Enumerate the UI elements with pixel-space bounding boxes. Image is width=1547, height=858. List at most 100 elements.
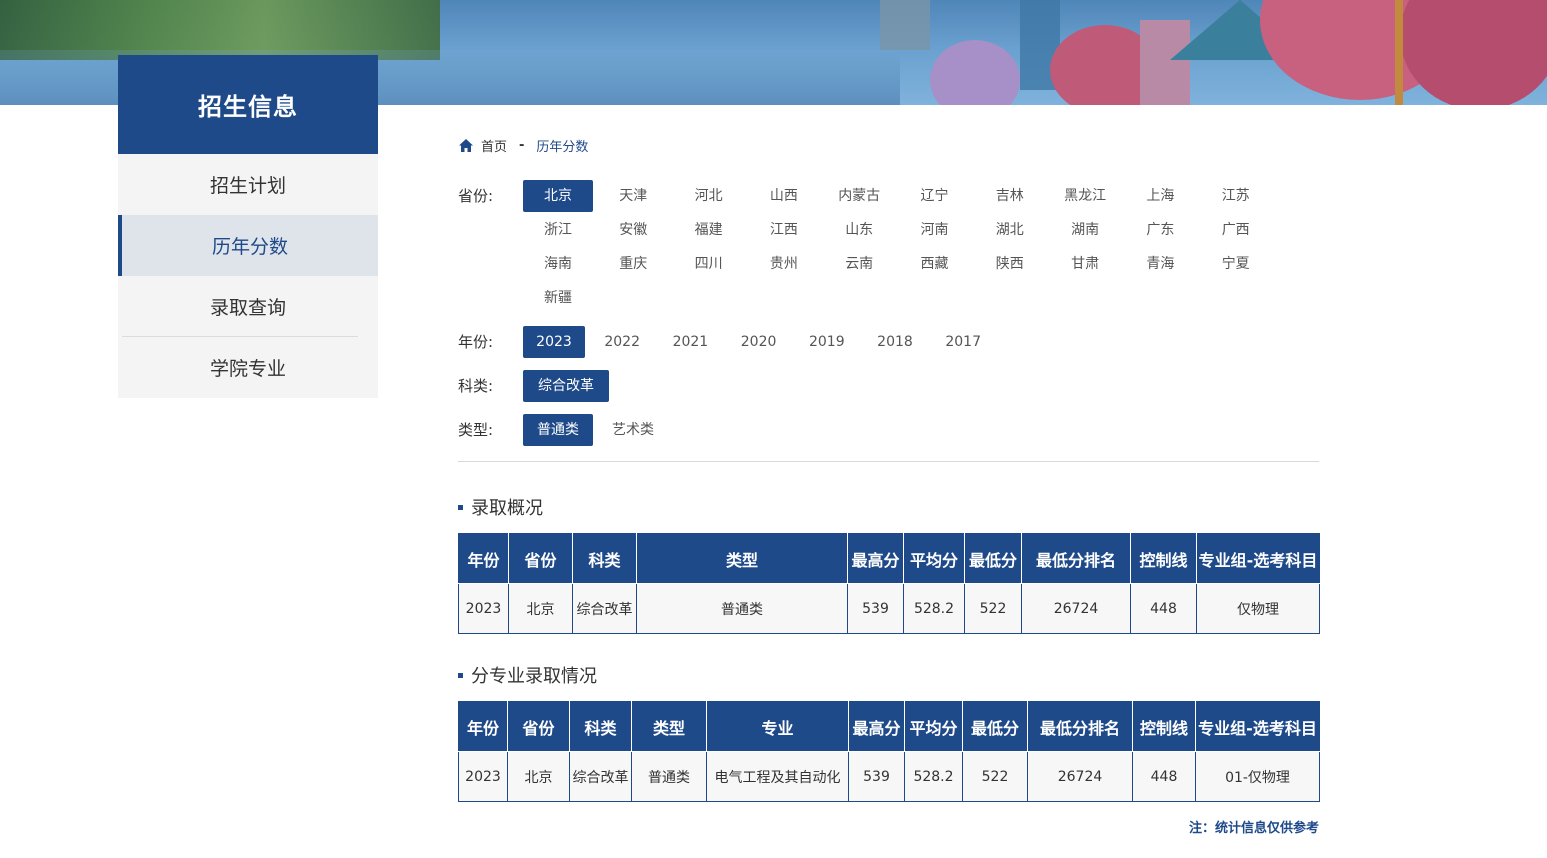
table-cell: 26724 (1027, 751, 1133, 802)
province-option[interactable]: 浙江 (523, 214, 593, 246)
table-header-cell: 年份 (458, 533, 509, 584)
table-cell: 2023 (458, 583, 509, 634)
banner-tree-trunk (1395, 0, 1403, 105)
table-header-cell: 类型 (631, 701, 707, 752)
province-option[interactable]: 宁夏 (1201, 248, 1271, 280)
province-option[interactable]: 重庆 (598, 248, 668, 280)
sidebar-title: 招生信息 (118, 55, 378, 154)
divider (458, 461, 1319, 462)
table-header-cell: 控制线 (1132, 701, 1196, 752)
table-cell: 528.2 (903, 583, 965, 634)
category-option[interactable]: 综合改革 (523, 370, 609, 402)
footnote: 注：统计信息仅供参考 (1188, 821, 1319, 836)
table-header-cell: 最高分 (847, 533, 904, 584)
table-header-cell: 科类 (569, 701, 632, 752)
table-cell: 539 (848, 751, 905, 802)
province-option[interactable]: 河北 (674, 180, 744, 212)
province-option[interactable]: 辽宁 (900, 180, 970, 212)
sidebar-item-label: 录取查询 (209, 297, 286, 319)
type-option-regular[interactable]: 普通类 (523, 414, 593, 446)
table-cell: 448 (1132, 751, 1196, 802)
table-cell: 522 (962, 751, 1028, 802)
province-option[interactable]: 山东 (824, 214, 894, 246)
table-header-cell: 控制线 (1130, 533, 1197, 584)
table-cell: 528.2 (904, 751, 963, 802)
province-option[interactable]: 海南 (523, 248, 593, 280)
sidebar-item-label: 历年分数 (211, 236, 288, 258)
table-cell: 电气工程及其自动化 (706, 751, 849, 802)
breadcrumb-home[interactable]: 首页 (481, 136, 507, 155)
breadcrumb: 首页 - 历年分数 (458, 136, 588, 155)
home-icon[interactable] (458, 138, 474, 154)
province-option[interactable]: 湖南 (1050, 214, 1120, 246)
table-cell: 北京 (508, 583, 573, 634)
sidebar-item-scores[interactable]: 历年分数 (118, 215, 378, 276)
category-label: 科类: (458, 377, 494, 395)
year-option[interactable]: 2019 (796, 326, 858, 358)
sidebar-item-admission-query[interactable]: 录取查询 (118, 276, 378, 337)
sidebar-item-plan[interactable]: 招生计划 (118, 154, 378, 215)
table-cell: 01-仅物理 (1195, 751, 1320, 802)
province-option[interactable]: 河南 (900, 214, 970, 246)
table-header-cell: 平均分 (904, 701, 963, 752)
province-option[interactable]: 吉林 (975, 180, 1045, 212)
overview-table: 年份 省份 科类 类型 最高分 平均分 最低分 最低分排名 控制线 专业组-选考科目 2023 北京… (458, 533, 1320, 634)
table-cell: 普通类 (636, 583, 848, 634)
province-option[interactable]: 贵州 (749, 248, 819, 280)
year-option[interactable]: 2018 (864, 326, 926, 358)
table-cell: 综合改革 (569, 751, 632, 802)
province-option[interactable]: 甘肃 (1050, 248, 1120, 280)
province-option[interactable]: 安徽 (598, 214, 668, 246)
table-header-cell: 专业组-选考科目 (1195, 701, 1320, 752)
province-option[interactable]: 山西 (749, 180, 819, 212)
type-label: 类型: (458, 421, 494, 439)
province-option[interactable]: 江西 (749, 214, 819, 246)
year-option[interactable]: 2022 (591, 326, 653, 358)
sidebar-item-label: 学院专业 (209, 358, 286, 380)
province-option[interactable]: 北京 (523, 180, 593, 212)
table-header-cell: 最低分排名 (1021, 533, 1131, 584)
year-option[interactable]: 2017 (932, 326, 994, 358)
year-option[interactable]: 2020 (728, 326, 790, 358)
province-option[interactable]: 陕西 (975, 248, 1045, 280)
province-option[interactable]: 上海 (1125, 180, 1195, 212)
province-option[interactable]: 云南 (824, 248, 894, 280)
by-major-table: 年份 省份 科类 类型 专业 最高分 平均分 最低分 最低分排名 控制线 专业组-选考科目 2023… (458, 701, 1320, 802)
bullet-icon (458, 504, 463, 510)
table-cell: 448 (1130, 583, 1197, 634)
breadcrumb-current[interactable]: 历年分数 (536, 136, 588, 155)
province-option[interactable]: 内蒙古 (824, 180, 894, 212)
table-cell: 26724 (1021, 583, 1131, 634)
table-header-cell: 年份 (458, 701, 508, 752)
table-row: 2023 北京 综合改革 普通类 539 528.2 522 26724 448 仅物理 (458, 583, 1320, 634)
table-header-cell: 最低分 (962, 701, 1028, 752)
by-major-section-title: 分专业录取情况 (458, 662, 597, 688)
year-option[interactable]: 2021 (659, 326, 721, 358)
province-option[interactable]: 西藏 (900, 248, 970, 280)
province-option[interactable]: 青海 (1125, 248, 1195, 280)
province-option[interactable]: 湖北 (975, 214, 1045, 246)
type-option-art[interactable]: 艺术类 (598, 414, 668, 446)
table-header-cell: 最低分排名 (1027, 701, 1133, 752)
table-header-cell: 省份 (507, 701, 570, 752)
province-option[interactable]: 江苏 (1201, 180, 1271, 212)
year-option[interactable]: 2023 (523, 326, 585, 358)
province-option[interactable]: 广西 (1201, 214, 1271, 246)
province-option[interactable]: 广东 (1125, 214, 1195, 246)
breadcrumb-separator: - (519, 138, 525, 153)
sidebar: 招生信息 招生计划 历年分数 录取查询 学院专业 (118, 55, 378, 398)
table-header-cell: 最低分 (964, 533, 1022, 584)
table-cell: 北京 (507, 751, 570, 802)
province-option[interactable]: 天津 (598, 180, 668, 212)
table-cell: 普通类 (631, 751, 707, 802)
province-option[interactable]: 福建 (674, 214, 744, 246)
province-option[interactable]: 新疆 (523, 282, 593, 314)
bullet-icon (458, 672, 463, 678)
by-major-title-text: 分专业录取情况 (471, 666, 597, 687)
province-option[interactable]: 黑龙江 (1050, 180, 1120, 212)
province-option[interactable]: 四川 (674, 248, 744, 280)
table-cell: 2023 (458, 751, 508, 802)
table-header-cell: 科类 (572, 533, 637, 584)
overview-section-title: 录取概况 (458, 494, 543, 520)
sidebar-item-majors[interactable]: 学院专业 (118, 337, 378, 398)
